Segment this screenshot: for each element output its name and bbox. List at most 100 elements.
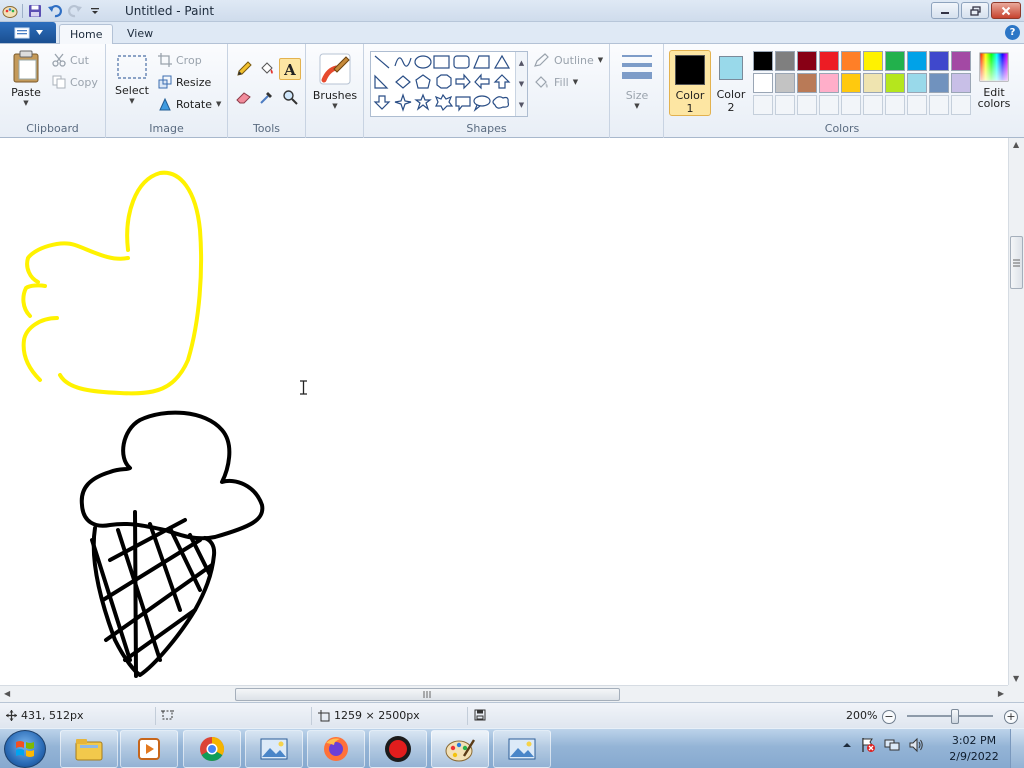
taskbar-chrome[interactable] [183,730,241,768]
scroll-up-icon[interactable]: ▲ [1013,140,1019,149]
resize-button[interactable]: Resize [158,72,211,92]
customize-qat-icon[interactable] [87,3,103,19]
palette-swatch[interactable] [929,73,949,93]
color2-button[interactable]: Color 2 [711,50,751,116]
palette-custom-slot[interactable] [775,95,795,115]
palette-swatch[interactable] [753,51,773,71]
palette-custom-slot[interactable] [885,95,905,115]
undo-icon[interactable] [47,3,63,19]
zoom-slider-track[interactable] [907,715,993,717]
taskbar-explorer[interactable] [60,730,118,768]
taskbar-photo-viewer[interactable] [245,730,303,768]
pencil-tool-button[interactable] [233,58,255,80]
vertical-scroll-thumb[interactable] [1010,236,1023,289]
scroll-right-icon[interactable]: ▶ [998,689,1004,698]
crop-button[interactable]: Crop [158,50,202,70]
palette-custom-slot[interactable] [819,95,839,115]
shapes-gallery-icons[interactable] [371,52,517,116]
palette-swatch[interactable] [775,73,795,93]
magnifier-tool-button[interactable] [279,86,301,108]
palette-custom-slot[interactable] [863,95,883,115]
taskbar-media-player[interactable] [120,730,178,768]
palette-custom-slot[interactable] [951,95,971,115]
palette-swatch[interactable] [951,51,971,71]
palette-custom-slot[interactable] [929,95,949,115]
fill-tool-button[interactable] [256,58,278,80]
outline-button[interactable]: Outline ▼ [534,50,603,70]
palette-custom-slot[interactable] [841,95,861,115]
brushes-button[interactable]: Brushes ▼ [313,52,357,110]
size-dropdown-icon[interactable]: ▼ [634,102,639,110]
palette-custom-slot[interactable] [907,95,927,115]
select-dropdown-icon[interactable]: ▼ [129,97,134,105]
taskbar-photo-viewer-2[interactable] [493,730,551,768]
copy-button[interactable]: Copy [52,72,98,92]
palette-custom-slot[interactable] [797,95,817,115]
restore-button[interactable] [961,2,989,19]
action-center-flag-icon[interactable] [860,737,876,753]
palette-custom-slot[interactable] [753,95,773,115]
drawing-canvas[interactable] [0,138,1008,685]
color-picker-tool-button[interactable] [256,86,278,108]
palette-swatch[interactable] [819,73,839,93]
tab-view[interactable]: View [117,24,163,44]
show-hidden-icons-icon[interactable] [842,740,852,750]
palette-swatch[interactable] [753,73,773,93]
size-button[interactable]: Size ▼ [618,52,656,110]
paste-button[interactable]: Paste ▼ [8,50,44,107]
cut-button[interactable]: Cut [52,50,89,70]
horizontal-scrollbar[interactable]: ◀ ▶ [0,685,1008,702]
edit-colors-button[interactable]: Edit colors [976,52,1012,110]
taskbar-paint[interactable] [431,730,489,768]
zoom-in-button[interactable]: + [1004,710,1018,724]
palette-swatch[interactable] [907,73,927,93]
scroll-left-icon[interactable]: ◀ [4,689,10,698]
palette-swatch[interactable] [885,73,905,93]
palette-swatch[interactable] [907,51,927,71]
rotate-dropdown-icon[interactable]: ▼ [216,100,221,108]
close-button[interactable] [991,2,1021,19]
color1-button[interactable]: Color 1 [669,50,711,116]
start-button[interactable] [4,730,46,768]
redo-icon[interactable] [67,3,83,19]
brushes-dropdown-icon[interactable]: ▼ [332,102,337,110]
palette-swatch[interactable] [797,73,817,93]
palette-swatch[interactable] [885,51,905,71]
horizontal-scroll-thumb[interactable] [235,688,620,701]
paint-app-icon[interactable] [2,3,18,19]
outline-dropdown-icon[interactable]: ▼ [598,56,603,64]
vertical-scrollbar[interactable]: ▲ ▼ [1008,138,1024,685]
palette-swatch[interactable] [797,51,817,71]
shapes-scroll-up-icon[interactable]: ▲ [519,59,524,67]
palette-swatch[interactable] [775,51,795,71]
show-desktop-button[interactable] [1010,729,1024,768]
scroll-down-icon[interactable]: ▼ [1013,674,1019,683]
shapes-scroll-down-icon[interactable]: ▼ [519,80,524,88]
tab-home[interactable]: Home [59,24,114,45]
palette-swatch[interactable] [841,73,861,93]
rotate-button[interactable]: Rotate ▼ [158,94,221,114]
eraser-tool-button[interactable] [233,86,255,108]
taskbar-recorder[interactable] [369,730,427,768]
text-tool-button[interactable]: A [279,58,301,80]
taskbar-firefox[interactable] [307,730,365,768]
palette-swatch[interactable] [841,51,861,71]
select-button[interactable]: Select ▼ [114,54,150,105]
help-icon[interactable]: ? [1005,25,1020,40]
palette-swatch[interactable] [819,51,839,71]
volume-icon[interactable] [908,737,924,753]
fill-button[interactable]: Fill ▼ [534,72,578,92]
paint-menu-button[interactable] [0,22,56,43]
palette-swatch[interactable] [863,51,883,71]
palette-swatch[interactable] [951,73,971,93]
minimize-button[interactable] [931,2,959,19]
zoom-slider-thumb[interactable] [951,709,959,724]
fill-dropdown-icon[interactable]: ▼ [573,78,578,86]
palette-swatch[interactable] [863,73,883,93]
palette-swatch[interactable] [929,51,949,71]
paste-dropdown-icon[interactable]: ▼ [23,99,28,107]
network-icon[interactable] [884,737,900,753]
save-icon[interactable] [27,3,43,19]
taskbar-clock[interactable]: 3:02 PM 2/9/2022 [946,733,1002,765]
shapes-scrollbar[interactable]: ▲ ▼ ▼ [515,52,527,116]
